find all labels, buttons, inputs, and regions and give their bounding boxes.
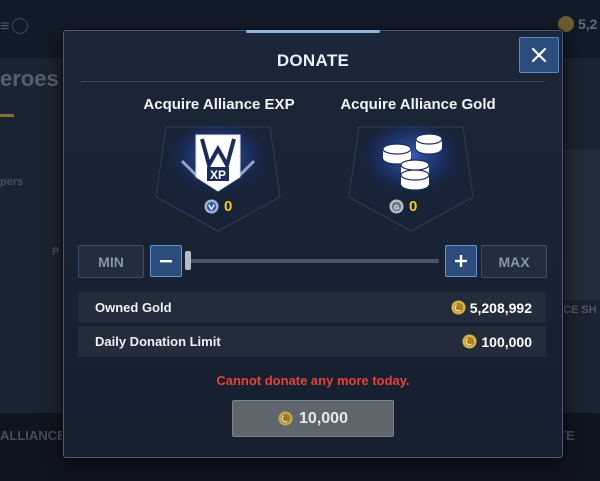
- bg-tab-underline: [0, 114, 14, 117]
- title-divider: [81, 81, 545, 82]
- gold-coins-stack-icon: [348, 124, 474, 232]
- alliance-gold-value: 0: [409, 198, 418, 215]
- min-button[interactable]: MIN: [78, 245, 144, 278]
- bg-shop-text: ICE SH: [560, 304, 597, 316]
- gold-coin-icon: [278, 411, 293, 426]
- daily-limit-value: 100,000: [481, 333, 532, 350]
- close-icon: [531, 47, 547, 63]
- owned-gold-row: Owned Gold 5,208,992: [78, 292, 546, 323]
- close-button[interactable]: [519, 37, 559, 73]
- alliance-exp-value: 0: [224, 198, 233, 215]
- daily-limit-row: Daily Donation Limit 100,000: [78, 326, 546, 357]
- bg-shop-card: [558, 150, 600, 300]
- increase-button[interactable]: [445, 245, 477, 277]
- donation-limit-warning: Cannot donate any more today.: [216, 373, 410, 388]
- bg-small-text: P: [52, 246, 60, 258]
- owned-gold-value: 5,208,992: [469, 299, 532, 316]
- daily-limit-label: Daily Donation Limit: [95, 334, 221, 349]
- alliance-exp-label: Acquire Alliance EXP: [143, 96, 295, 113]
- bg-menu-icon: ≡: [0, 18, 10, 35]
- amount-slider-handle[interactable]: [185, 251, 191, 270]
- alliance-exp-reward: 0: [204, 198, 232, 215]
- bg-help-icon: [12, 18, 28, 34]
- bg-alliance-text: ALLIANCE: [0, 428, 66, 443]
- owned-gold-label: Owned Gold: [95, 300, 172, 315]
- alliance-exp-token-icon: [204, 199, 219, 214]
- dialog-top-accent: [246, 30, 380, 33]
- gold-coin-icon: [462, 334, 477, 349]
- plus-icon: [455, 255, 467, 267]
- dialog-title: DONATE: [276, 51, 350, 70]
- donate-button[interactable]: 10,000: [232, 400, 394, 437]
- amount-slider-track[interactable]: [187, 259, 439, 263]
- svg-text:XP: XP: [210, 168, 226, 182]
- svg-text:G: G: [394, 204, 399, 211]
- minus-icon: [160, 260, 172, 263]
- daily-limit-amount: 100,000: [462, 334, 532, 350]
- bg-small-text: pers: [0, 176, 24, 188]
- alliance-gold-reward: G 0: [389, 198, 417, 215]
- bg-top-gold-value: 5,2: [578, 16, 598, 32]
- gold-coin-icon: [451, 300, 466, 315]
- alliance-gold-token-icon: G: [389, 199, 404, 214]
- donate-dialog: DONATE Acquire Alliance EXP XP 0 Acquire…: [63, 30, 563, 458]
- owned-gold-amount: 5,208,992: [451, 300, 532, 316]
- alliance-gold-label: Acquire Alliance Gold: [340, 96, 496, 113]
- decrease-button[interactable]: [150, 245, 182, 277]
- alliance-exp-emblem-icon: XP: [155, 124, 281, 232]
- bg-heroes-text: eroes: [0, 66, 59, 91]
- max-button[interactable]: MAX: [481, 245, 547, 278]
- donate-amount: 10,000: [299, 409, 348, 427]
